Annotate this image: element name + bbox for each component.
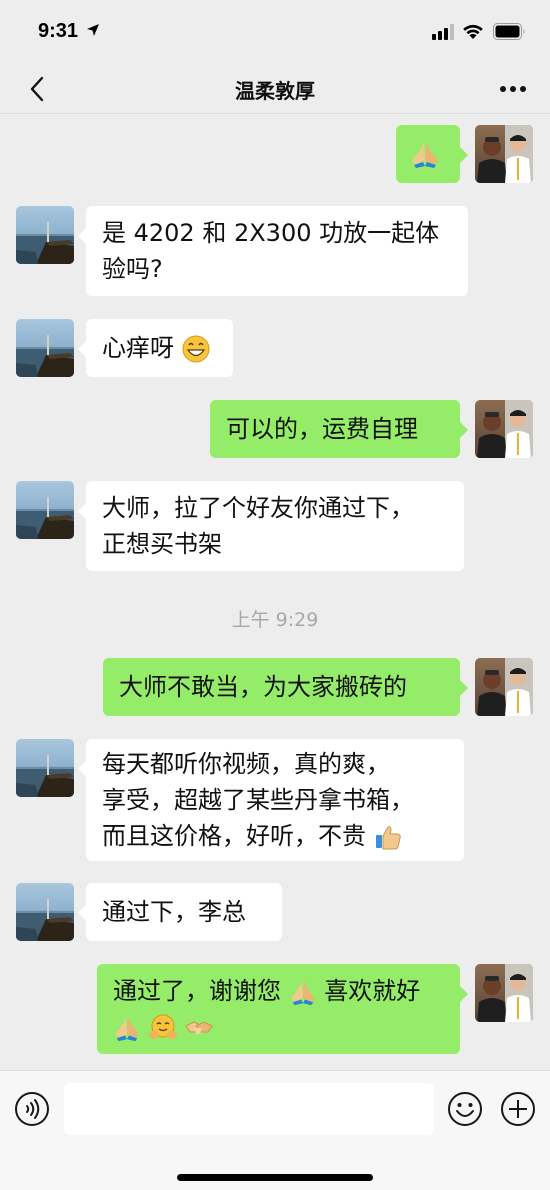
status-bar: 9:31 <box>0 0 550 64</box>
message-bubble-sent[interactable]: 大师不敢当，为大家搬砖的 <box>103 658 468 716</box>
message-bubble-received[interactable]: 是 4202 和 2X300 功放一起体 验吗? <box>78 206 468 296</box>
message-text: 可以的，运费自理 <box>226 415 418 443</box>
message-text: 心痒呀 <box>102 334 174 362</box>
contact-avatar[interactable] <box>16 319 74 377</box>
message-bubble-received[interactable]: 大师，拉了个好友你通过下， 正想买书架 <box>78 481 464 571</box>
cellular-signal-icon <box>432 24 454 40</box>
emoji-picker-icon[interactable] <box>447 1091 483 1127</box>
status-time: 9:31 <box>38 20 79 42</box>
voice-input-icon[interactable] <box>14 1091 50 1127</box>
message-input-bar <box>0 1070 550 1190</box>
message-text: 通过下，李总 <box>102 898 246 926</box>
my-avatar[interactable] <box>475 125 533 183</box>
message-bubble-received[interactable]: 每天都听你视频，真的爽， 享受，超越了某些丹拿书箱， 而且这价格，好听，不贵 <box>78 739 464 861</box>
message-text-line: 每天都听你视频，真的爽， <box>102 750 390 778</box>
page-title: 温柔敦厚 <box>235 79 315 103</box>
folded-hands-emoji-icon <box>412 142 438 168</box>
handshake-emoji-icon <box>185 1021 214 1034</box>
message-text-line: 而且这价格，好听，不贵 <box>102 822 366 850</box>
more-options-button[interactable] <box>496 72 530 106</box>
message-text: 大师不敢当，为大家搬砖的 <box>119 673 407 701</box>
message-bubble-received[interactable]: 心痒呀 <box>78 319 233 377</box>
message-bubble-received[interactable]: 通过下，李总 <box>78 883 282 941</box>
more-features-plus-icon[interactable] <box>500 1091 536 1127</box>
grinning-face-emoji-icon <box>182 335 210 363</box>
navigation-bar: 温柔敦厚 <box>0 64 550 114</box>
folded-hands-emoji-icon <box>115 1016 139 1042</box>
my-avatar[interactable] <box>475 658 533 716</box>
message-text-line: 正想买书架 <box>102 530 222 558</box>
folded-hands-emoji-icon <box>291 980 315 1006</box>
contact-avatar[interactable] <box>16 883 74 941</box>
message-bubble-sent[interactable] <box>396 125 468 183</box>
message-text-line: 大师，拉了个好友你通过下， <box>102 494 414 522</box>
chat-message-list[interactable]: 是 4202 和 2X300 功放一起体 验吗? 心痒呀 可以的，运费自理 大师… <box>0 115 550 1070</box>
message-text-line: 享受，超越了某些丹拿书箱， <box>102 786 414 814</box>
location-arrow-icon <box>87 24 99 36</box>
message-bubble-sent[interactable]: 通过了，谢谢您 喜欢就好 <box>97 964 468 1054</box>
my-avatar[interactable] <box>475 964 533 1022</box>
more-dots-icon <box>500 86 526 92</box>
home-indicator <box>177 1174 373 1181</box>
message-timestamp: 上午 9:29 <box>231 609 319 631</box>
message-text-line: 验吗? <box>102 255 163 283</box>
wifi-icon <box>463 24 483 39</box>
message-text-input[interactable] <box>64 1083 434 1135</box>
message-text-line: 喜欢就好 <box>324 977 421 1005</box>
thumbs-up-emoji-icon <box>375 826 401 850</box>
message-bubble-sent[interactable]: 可以的，运费自理 <box>210 400 468 458</box>
message-text-line: 通过了，谢谢您 <box>113 977 281 1005</box>
contact-avatar[interactable] <box>16 206 74 264</box>
my-avatar[interactable] <box>475 400 533 458</box>
battery-icon <box>493 23 525 40</box>
contact-avatar[interactable] <box>16 739 74 797</box>
contact-avatar[interactable] <box>16 481 74 539</box>
hugging-face-emoji-icon <box>148 1014 177 1039</box>
message-text-line: 是 4202 和 2X300 功放一起体 <box>102 219 440 247</box>
